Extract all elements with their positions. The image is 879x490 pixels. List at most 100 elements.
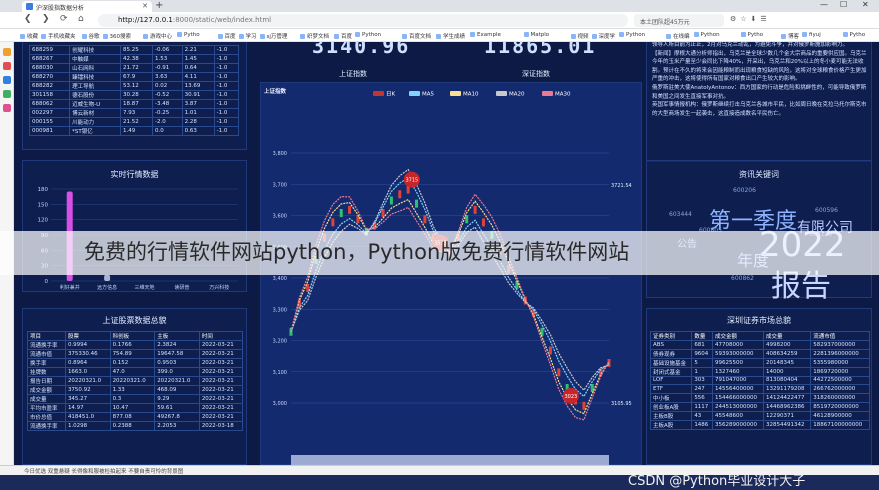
bookmark-item[interactable]: 百度文档 <box>402 32 431 40</box>
sidebar-star-icon[interactable] <box>3 48 11 56</box>
x-tick-label: 万兴科技 <box>209 284 229 291</box>
candle[interactable] <box>481 218 485 227</box>
bookmark-item[interactable]: 在线编 <box>666 32 690 40</box>
candle[interactable] <box>582 401 586 410</box>
sh-index-label: 上证指数 <box>339 70 367 78</box>
new-tab-icon[interactable]: + <box>155 0 163 11</box>
table-cell: 000981 <box>28 126 71 136</box>
table-cell: 2022-03-18 <box>198 421 244 431</box>
candle[interactable] <box>415 199 419 208</box>
bookmark-item[interactable]: Pytho <box>177 32 200 38</box>
reload-icon[interactable]: ⟳ <box>60 14 68 24</box>
bookmark-item[interactable]: 学习 <box>239 32 257 40</box>
bookmark-item[interactable]: 手机收藏夹 <box>41 32 76 40</box>
table-cell: 688062 <box>28 99 71 109</box>
y-tick-label: 3,600 <box>273 214 287 220</box>
candle[interactable] <box>548 346 552 355</box>
news-paragraph: 领导人所目前为止止，2月对乌克兰动乱，为避免斗争，并对俄罗斯施加影响力。 <box>652 42 849 48</box>
x-tick-label: 远方信息 <box>97 284 117 291</box>
bookmark-item[interactable]: 博客 <box>781 32 799 40</box>
home-icon[interactable]: ⌂ <box>78 14 84 24</box>
browser-search-input[interactable]: 本土团队超45万元 <box>634 14 724 27</box>
bookmark-item[interactable]: Python <box>619 32 645 38</box>
bookmark-item[interactable]: 视频 <box>571 32 589 40</box>
sidebar-app-icon[interactable] <box>3 104 11 112</box>
candle[interactable] <box>540 327 544 336</box>
zoom-slider[interactable] <box>291 455 609 465</box>
url-input[interactable]: http://127.0.0.1:8000/static/web/index.h… <box>98 14 628 27</box>
table-cell: 30.91 <box>181 90 215 100</box>
candle[interactable] <box>331 218 335 227</box>
legend-swatch[interactable] <box>409 91 420 96</box>
bookmark-item[interactable]: sj万管理 <box>260 32 288 40</box>
forward-icon[interactable]: ❯ <box>42 14 50 24</box>
maximize-icon[interactable]: ☐ <box>840 0 847 9</box>
table-cell: 99625500 <box>711 357 765 368</box>
bookmark-item[interactable]: Python <box>694 32 720 38</box>
back-icon[interactable]: ❮ <box>24 14 32 24</box>
legend-swatch[interactable] <box>373 91 384 96</box>
candle[interactable] <box>389 196 393 205</box>
sidebar-app-icon[interactable] <box>3 90 11 98</box>
bookmark-item[interactable]: 深度学 <box>592 32 616 40</box>
legend-swatch[interactable] <box>542 91 553 96</box>
table-cell: 0.0 <box>152 126 183 136</box>
y-tick-label: 150 <box>38 202 49 208</box>
table-row: ETF 247 14556400000 13291179208 266762000000 <box>649 384 870 394</box>
bookmark-item[interactable]: Matplo <box>524 32 550 38</box>
legend-label[interactable]: MA10 <box>463 92 479 98</box>
bar[interactable] <box>104 274 111 281</box>
candle[interactable] <box>473 205 477 214</box>
bookmark-item[interactable]: 百度 <box>218 32 236 40</box>
table-row: 流通市值 375330.46 754.89 19647.58 2022-03-21 <box>27 349 244 359</box>
browser-tab[interactable]: 沪深股指数据分析 ✕ <box>22 1 152 12</box>
bookmark-item[interactable]: 谷歌 <box>82 32 100 40</box>
table-cell: -0.52 <box>152 90 183 100</box>
window-close-icon[interactable]: ✕ <box>862 0 869 9</box>
table-cell: 356289000000 <box>711 419 765 430</box>
table-cell: 18867100000000 <box>810 419 870 430</box>
table-cell: 2281396000000 <box>810 348 870 359</box>
bookmark-item[interactable]: Example <box>470 32 501 38</box>
candle[interactable] <box>356 215 360 224</box>
legend-label[interactable]: MA30 <box>555 92 571 98</box>
sidebar-app-icon[interactable] <box>3 62 11 70</box>
bookmark-item[interactable]: Pytho <box>741 32 764 38</box>
table-row: 688267 中触媒 42.38 1.53 1.45 -1.0 <box>28 54 240 64</box>
bookmark-item[interactable]: fiyuj <box>802 32 821 38</box>
bookmark-item[interactable]: 织梦文档 <box>300 32 329 40</box>
table-cell: 0.63 <box>181 126 215 136</box>
candle[interactable] <box>348 205 352 214</box>
table-cell: 主板 <box>154 331 200 341</box>
minimize-icon[interactable]: — <box>820 0 828 9</box>
table-cell: 成交金额 <box>711 331 765 341</box>
table-cell: 1.01 <box>181 108 215 118</box>
table-cell: 0.9994 <box>64 340 111 350</box>
legend-label[interactable]: MA20 <box>509 92 525 98</box>
bookmark-item[interactable]: 游戏中心 <box>143 32 172 40</box>
bookmark-item[interactable]: 收藏 <box>20 32 38 40</box>
table-row: 301158 德石股份 30.28 -0.52 30.91 -1.0 <box>28 90 240 100</box>
candle[interactable] <box>398 190 402 199</box>
bookmark-item[interactable]: Pytho <box>843 32 866 38</box>
table-cell: 创耀科技 <box>69 45 122 55</box>
toolbar-extension-icons[interactable]: ⚙☆⬇☰ <box>730 15 771 23</box>
legend-swatch[interactable] <box>450 91 461 96</box>
bookmark-item[interactable]: 百度 <box>334 32 352 40</box>
bookmark-item[interactable]: 学生成绩 <box>436 32 465 40</box>
legend-label[interactable]: 日K <box>386 91 396 98</box>
candle[interactable] <box>423 215 427 224</box>
table-cell: 688259 <box>28 45 71 55</box>
candle[interactable] <box>590 384 594 392</box>
sidebar-app-icon[interactable] <box>3 76 11 84</box>
candle[interactable] <box>339 209 343 217</box>
tab-close-icon[interactable]: ✕ <box>142 2 148 10</box>
table-cell: -1.0 <box>213 108 240 118</box>
table-cell: 13291179208 <box>763 384 812 394</box>
legend-swatch[interactable] <box>496 91 507 96</box>
bookmark-item[interactable]: 360搜索 <box>103 32 132 40</box>
candle[interactable] <box>557 368 561 377</box>
legend-label[interactable]: MA5 <box>422 92 435 98</box>
table-cell: 2022-03-21 <box>198 340 244 350</box>
bookmark-item[interactable]: Python <box>355 32 381 38</box>
